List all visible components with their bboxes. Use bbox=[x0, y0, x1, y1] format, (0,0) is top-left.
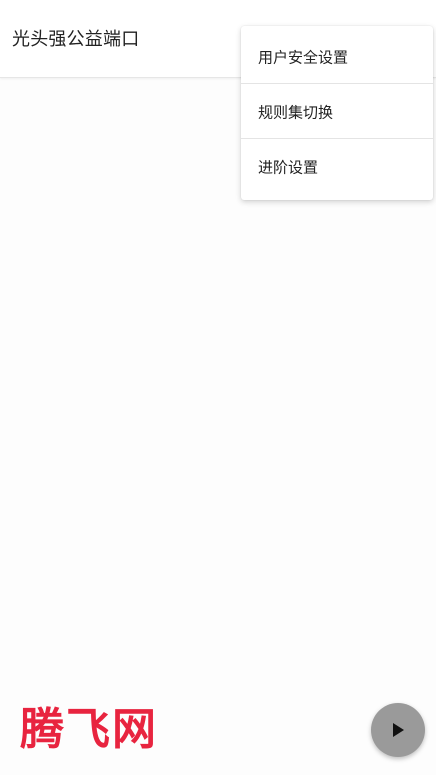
menu-item-user-security-settings[interactable]: 用户安全设置 bbox=[241, 29, 433, 84]
overflow-menu: 用户安全设置 规则集切换 进阶设置 bbox=[241, 26, 433, 200]
menu-item-label: 用户安全设置 bbox=[258, 48, 349, 66]
menu-item-label: 进阶设置 bbox=[258, 158, 319, 176]
menu-item-ruleset-switch[interactable]: 规则集切换 bbox=[241, 84, 433, 139]
play-icon bbox=[393, 723, 404, 737]
play-button[interactable] bbox=[371, 703, 425, 757]
watermark-logo: 腾飞网 bbox=[20, 704, 158, 755]
menu-item-label: 规则集切换 bbox=[258, 103, 334, 121]
menu-item-advanced-settings[interactable]: 进阶设置 bbox=[241, 139, 433, 194]
app-title: 光头强公益端口 bbox=[12, 29, 140, 50]
